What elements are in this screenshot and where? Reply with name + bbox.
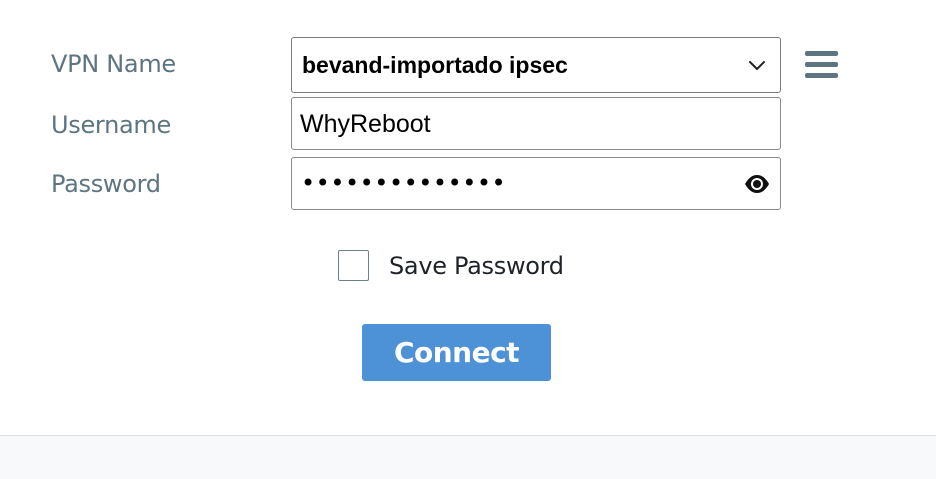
vpn-name-label: VPN Name [51, 50, 176, 78]
vpn-name-select[interactable]: bevand-importado ipsec [291, 37, 781, 93]
save-password-label[interactable]: Save Password [389, 252, 564, 280]
username-value: WhyReboot [300, 110, 431, 138]
vpn-name-selected-value: bevand-importado ipsec [302, 52, 568, 78]
save-password-checkbox[interactable] [338, 250, 369, 281]
password-masked-value: •••••••••••••• [301, 169, 507, 197]
hamburger-menu-icon[interactable] [805, 51, 838, 79]
footer-bar [0, 435, 936, 479]
password-label: Password [51, 170, 161, 198]
username-label: Username [51, 111, 171, 139]
connect-button[interactable]: Connect [362, 324, 551, 381]
chevron-down-icon [749, 61, 765, 70]
eye-icon[interactable] [744, 173, 770, 195]
password-input[interactable]: •••••••••••••• [291, 157, 781, 210]
username-input[interactable]: WhyReboot [291, 97, 781, 150]
